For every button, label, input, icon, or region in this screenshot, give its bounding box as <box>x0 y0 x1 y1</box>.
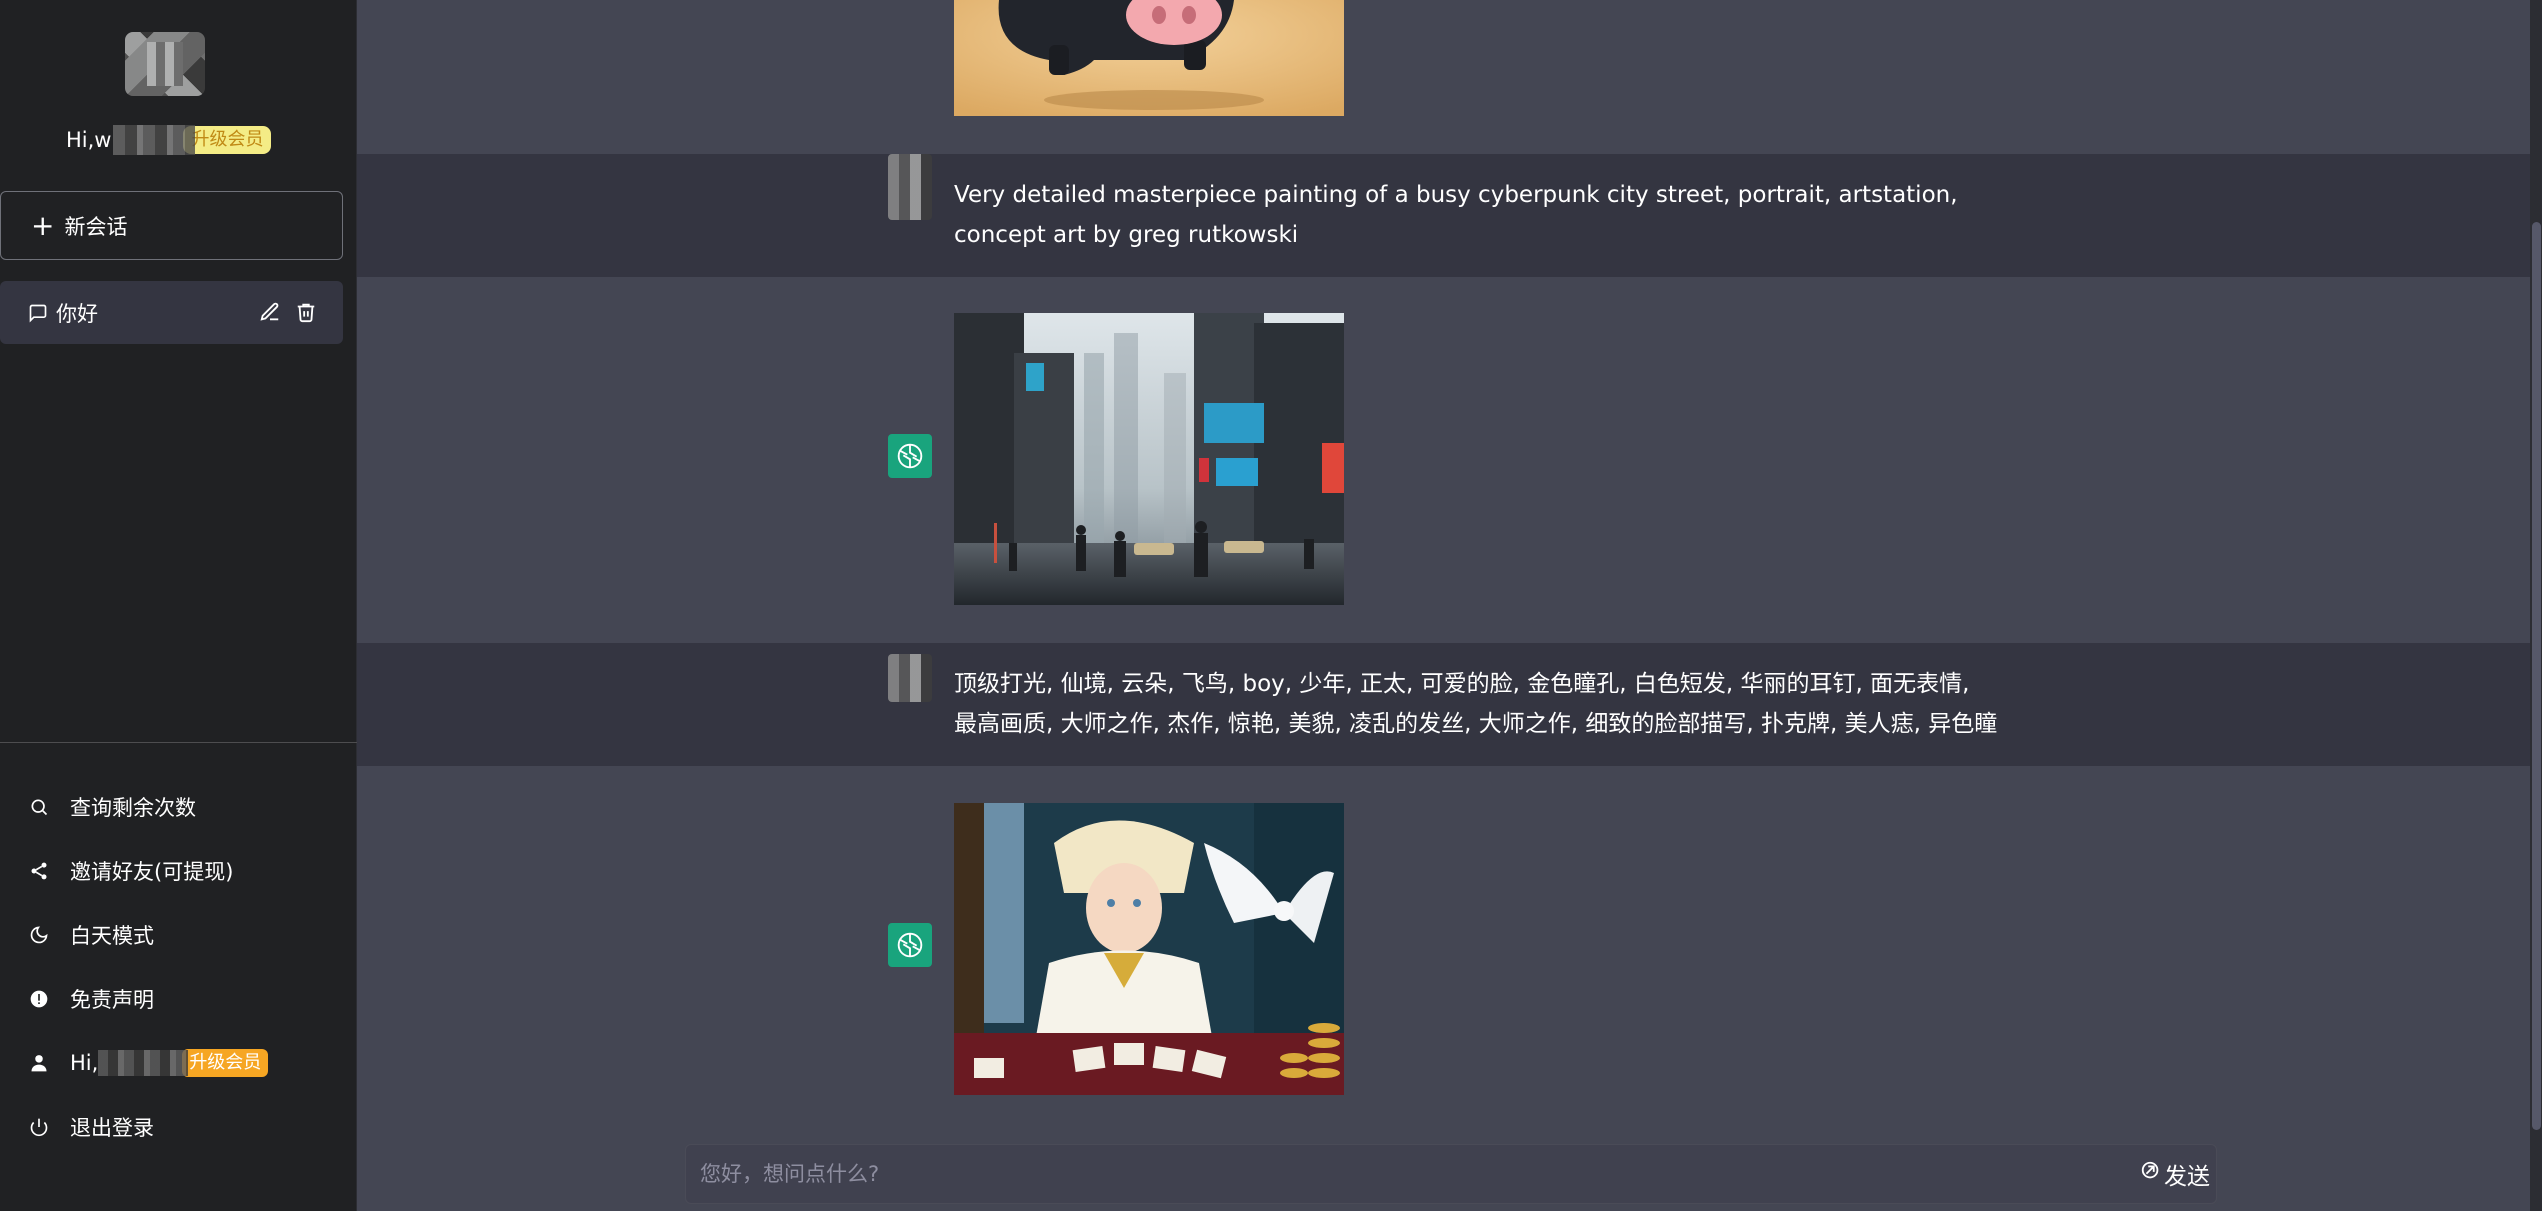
assistant-avatar <box>888 434 932 478</box>
new-chat-button[interactable]: + 新会话 <box>0 191 343 260</box>
message-icon <box>28 303 50 323</box>
upgrade-badge[interactable]: 升级会员 <box>182 1049 269 1077</box>
send-button[interactable]: 发送 <box>2140 1157 2210 1191</box>
menu-item-label: 白天模式 <box>70 924 154 948</box>
blurred-username <box>98 1050 189 1076</box>
message-row-user: Very detailed masterpiece painting of a … <box>357 154 2530 277</box>
power-icon <box>28 1116 50 1138</box>
menu-item-logout[interactable]: 退出登录 <box>0 1095 357 1159</box>
send-label: 发送 <box>2164 1164 2210 1190</box>
openai-icon <box>897 443 923 469</box>
user-message-text: 顶级打光, 仙境, 云朵, 飞鸟, boy, 少年, 正太, 可爱的脸, 金色瞳… <box>954 671 1998 737</box>
trash-icon[interactable] <box>295 301 317 328</box>
alert-icon <box>28 988 50 1010</box>
blurred-username <box>113 125 196 155</box>
generated-image[interactable] <box>954 313 1344 605</box>
generated-image[interactable] <box>954 0 1344 116</box>
menu-item-label: 邀请好友(可提现) <box>70 860 234 884</box>
chat-item-label: 你好 <box>56 301 98 326</box>
menu-item-query-remaining[interactable]: 查询剩余次数 <box>0 775 357 839</box>
scrollbar-thumb[interactable] <box>2532 222 2541 1130</box>
user-icon <box>28 1052 50 1074</box>
user-message-avatar <box>888 154 932 220</box>
search-icon <box>28 796 50 818</box>
sidebar-divider <box>0 742 357 743</box>
menu-item-disclaimer[interactable]: 免责声明 <box>0 967 357 1031</box>
menu-item-invite[interactable]: 邀请好友(可提现) <box>0 839 357 903</box>
user-message-avatar <box>888 654 932 702</box>
sidebar: Hi,w 升级会员 + 新会话 你好 查询剩余次数 邀请好友(可提现) 白天模式… <box>0 0 357 1211</box>
openai-icon <box>897 932 923 958</box>
chat-list-item[interactable]: 你好 <box>0 281 343 344</box>
greeting-text: Hi,w <box>66 128 112 152</box>
message-row-assistant <box>357 0 2530 154</box>
user-message-text: Very detailed masterpiece painting of a … <box>954 182 1958 248</box>
menu-item-label: 退出登录 <box>70 1116 154 1140</box>
share-icon <box>28 860 50 882</box>
message-input-bar: 发送 <box>685 1144 2217 1204</box>
sidebar-menu: 查询剩余次数 邀请好友(可提现) 白天模式 免责声明 Hi, 升级会员 退出登录 <box>0 775 357 1159</box>
menu-item-account[interactable]: Hi, 升级会员 <box>0 1031 357 1095</box>
user-avatar[interactable] <box>125 32 205 96</box>
message-row-user: 顶级打光, 仙境, 云朵, 飞鸟, boy, 少年, 正太, 可爱的脸, 金色瞳… <box>357 643 2530 766</box>
user-greeting: Hi,w 升级会员 <box>66 125 272 155</box>
profile-header: Hi,w 升级会员 <box>0 0 357 175</box>
generated-image[interactable] <box>954 803 1344 1095</box>
message-row-assistant <box>357 277 2530 643</box>
edit-icon[interactable] <box>259 301 281 328</box>
chat-item-actions <box>259 301 317 328</box>
moon-icon <box>28 924 50 946</box>
menu-item-day-mode[interactable]: 白天模式 <box>0 903 357 967</box>
menu-item-label: 免责声明 <box>70 988 154 1012</box>
send-icon <box>2140 1160 2162 1188</box>
plus-icon: + <box>31 208 55 242</box>
message-input[interactable] <box>686 1145 2140 1203</box>
upgrade-badge[interactable]: 升级会员 <box>183 126 272 154</box>
message-row-assistant <box>357 766 2530 1131</box>
assistant-avatar <box>888 923 932 967</box>
chat-area: Very detailed masterpiece painting of a … <box>357 0 2530 1211</box>
menu-item-label: Hi, <box>70 1051 99 1075</box>
new-chat-label: 新会话 <box>64 214 128 239</box>
menu-item-label: 查询剩余次数 <box>70 796 196 820</box>
